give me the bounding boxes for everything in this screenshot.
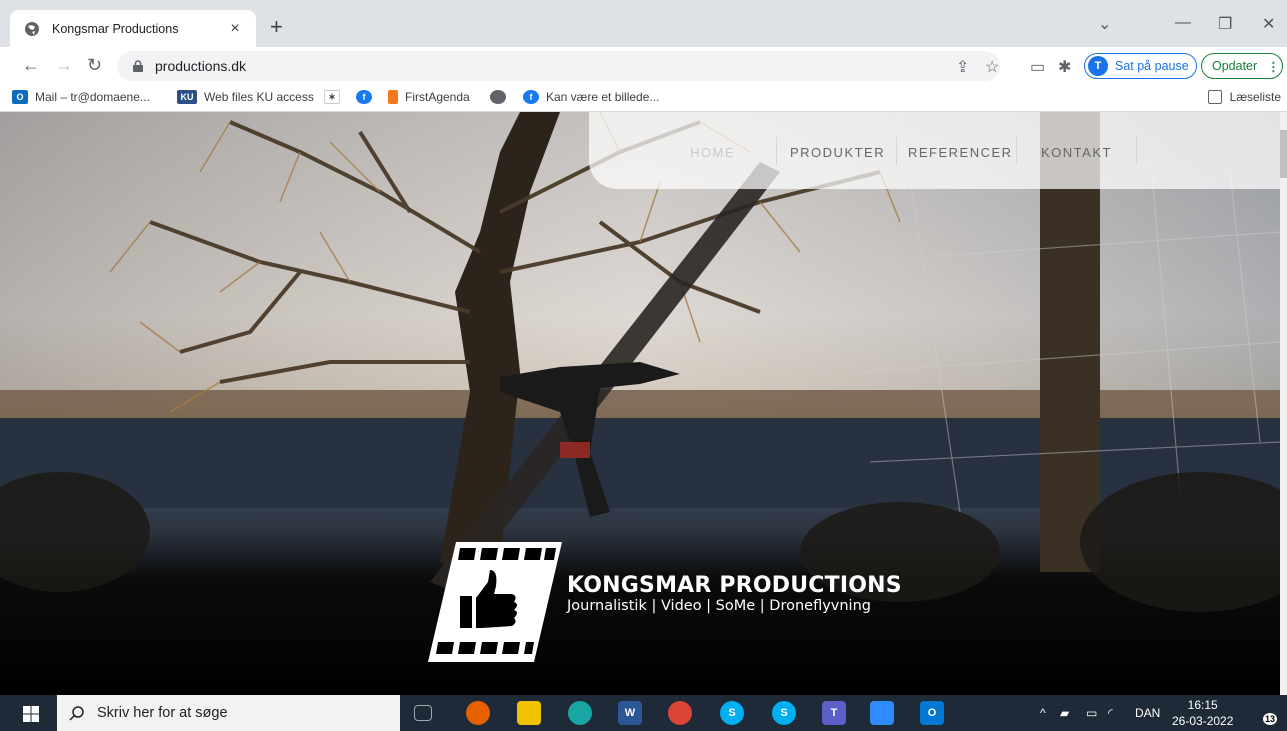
bookmark-label: Web files KU access [204,90,314,104]
bookmark-label: Kan være et billede... [546,90,660,104]
notification-icon[interactable]: 13 [1253,703,1277,725]
profile-status: Sat på pause [1115,59,1189,73]
notification-count: 13 [1262,713,1277,725]
bookmark-mail[interactable]: O Mail – tr@domaene... [12,90,150,104]
bookmark-firstagenda[interactable]: FirstAgenda [388,90,470,104]
nav-produkter[interactable]: PRODUKTER [790,145,885,160]
reading-list-button[interactable]: Læseliste [1207,90,1281,104]
bookmark-webfiles[interactable]: KU Web files KU access [177,90,314,104]
browser-toolbar: ← → ↻ productions.dk ⇪ ☆ ▭ ✱ T Sat på pa… [0,47,1287,85]
search-icon [69,706,84,721]
extensions-puzzle-icon[interactable]: ✱ [1058,57,1071,77]
bookmark-kan-vaere[interactable]: f Kan være et billede... [523,90,659,104]
windows-taskbar: Skriv her for at søge W S S T O ^ ▰ ▭ ◜ … [0,695,1287,731]
emblem-icon: ✶ [324,90,340,104]
skype-icon[interactable]: S [720,701,744,725]
bookmark-label: FirstAgenda [405,90,470,104]
file-explorer-icon[interactable] [517,701,541,725]
new-tab-button[interactable]: + [270,16,283,38]
page-viewport: HOME PRODUKTER REFERENCER KONTAKT KONGSM… [0,112,1280,695]
taskbar-clock[interactable]: 16:15 26-03-2022 [1172,697,1233,729]
windows-start-icon[interactable] [23,706,39,722]
menu-dots-icon[interactable]: ⋮ [1267,59,1280,74]
site-nav-menu: HOME PRODUKTER REFERENCER KONTAKT [589,112,1280,189]
tab-title: Kongsmar Productions [52,21,179,36]
address-bar[interactable]: productions.dk [117,51,1000,81]
update-button[interactable]: Opdater ⋮ [1201,53,1283,79]
url-text: productions.dk [155,58,247,74]
share-icon[interactable]: ⇪ [956,57,969,77]
tray-app-icon[interactable]: ▰ [1060,706,1069,720]
page-scrollbar[interactable] [1280,112,1287,695]
reader-icon[interactable]: ▭ [1030,57,1045,77]
skype-business-icon[interactable]: S [772,701,796,725]
chrome-icon[interactable] [668,701,692,725]
scrollbar-thumb[interactable] [1280,130,1287,178]
edge-icon[interactable] [568,701,592,725]
taskbar-search[interactable]: Skriv her for at søge [57,695,400,731]
nav-kontakt[interactable]: KONTAKT [1041,145,1112,160]
word-icon[interactable]: W [618,701,642,725]
ku-icon: KU [177,90,197,104]
nav-referencer[interactable]: REFERENCER [908,145,1013,160]
nav-divider [1136,137,1137,165]
clock-date: 26-03-2022 [1172,714,1234,728]
outlook-icon[interactable]: O [920,701,944,725]
back-arrow-icon[interactable]: ← [22,55,40,75]
outlook-icon: O [12,90,28,104]
close-tab-icon[interactable]: × [226,20,244,38]
brand-name: KONGSMAR PRODUCTIONS [567,573,902,598]
tab-kongsmar[interactable]: Kongsmar Productions × [10,10,256,47]
minimize-icon[interactable]: — [1175,14,1191,32]
task-view-icon[interactable] [414,705,432,721]
nav-divider [1016,137,1017,165]
reading-list-icon [1207,90,1222,104]
reading-list-label: Læseliste [1229,90,1281,104]
avatar: T [1088,56,1108,76]
profile-button[interactable]: T Sat på pause [1084,53,1197,79]
facebook-icon: f [523,90,539,104]
facebook-icon: f [356,90,372,104]
brand-tagline: Journalistik | Video | SoMe | Droneflyvn… [567,598,871,614]
show-hidden-icons-icon[interactable]: ^ [1040,706,1046,720]
clock-time: 16:15 [1187,698,1218,712]
reload-icon[interactable]: ↻ [87,55,102,75]
nav-divider [776,137,777,165]
bookmark-emblem[interactable]: ✶ [324,90,347,104]
bookmark-star-icon[interactable]: ☆ [985,57,999,77]
update-label: Opdater [1212,59,1258,73]
tab-strip: Kongsmar Productions × + ⌄ — ❐ ✕ [0,0,1287,47]
firstagenda-icon [388,90,398,104]
battery-icon[interactable]: ▭ [1086,706,1097,720]
thumbs-up-film-logo[interactable] [428,542,562,662]
globe-icon [490,90,506,104]
bookmark-facebook[interactable]: f [356,90,379,104]
lock-icon [133,60,143,72]
teams-icon[interactable]: T [822,701,846,725]
bookmark-globe[interactable] [490,90,513,104]
wifi-icon[interactable]: ◜ [1108,706,1113,720]
zoom-icon[interactable] [870,701,894,725]
nav-home[interactable]: HOME [690,145,735,160]
nav-divider [896,137,897,165]
tab-search-icon[interactable]: ⌄ [1098,14,1111,34]
firefox-icon[interactable] [466,701,490,725]
search-placeholder: Skriv her for at søge [97,705,228,721]
bookmark-label: Mail – tr@domaene... [35,90,150,104]
restore-icon[interactable]: ❐ [1218,14,1232,34]
language-indicator[interactable]: DAN [1135,706,1160,720]
forward-arrow-icon[interactable]: → [55,55,73,75]
close-window-icon[interactable]: ✕ [1262,14,1275,34]
globe-icon [25,21,39,36]
bookmarks-bar: O Mail – tr@domaene... KU Web files KU a… [0,85,1287,112]
